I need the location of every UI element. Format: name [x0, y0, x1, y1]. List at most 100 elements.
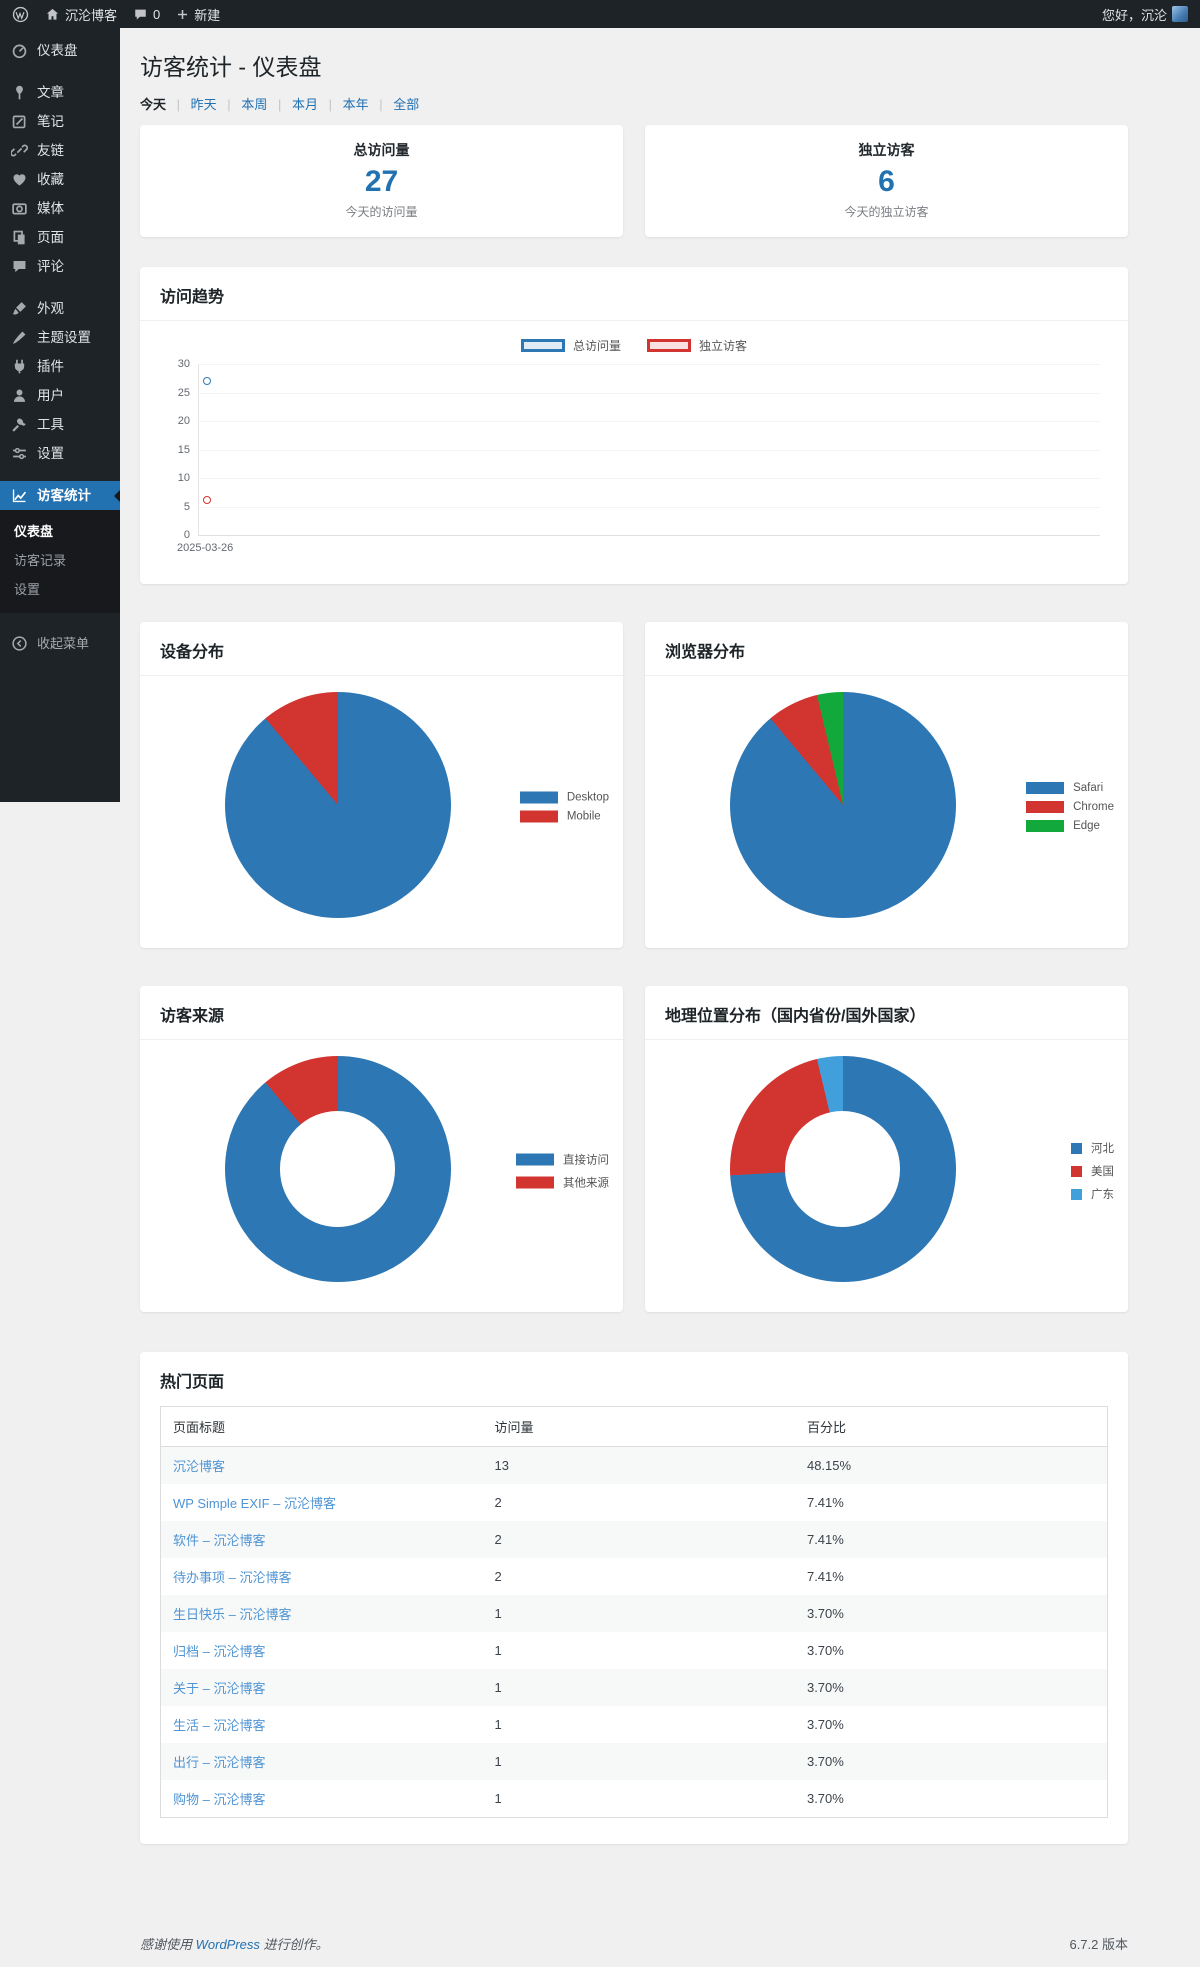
filter-this-week[interactable]: 本周 [241, 97, 267, 112]
stat-value: 27 [140, 165, 623, 199]
sidebar-item-media[interactable]: 媒体 [0, 194, 120, 223]
visits-cell: 1 [482, 1595, 795, 1632]
legend-item[interactable]: Desktop [520, 792, 609, 804]
page-link[interactable]: 生日快乐 – 沉沦博客 [173, 1607, 291, 1622]
page-link[interactable]: 出行 – 沉沦博客 [173, 1755, 265, 1770]
legend-item[interactable]: 广东 [1071, 1186, 1114, 1202]
y-axis-tick: 10 [178, 472, 190, 484]
stat-title: 独立访客 [645, 140, 1128, 160]
sidebar-item-posts[interactable]: 文章 [0, 78, 120, 107]
home-icon [45, 7, 60, 22]
legend-item[interactable]: Mobile [520, 811, 609, 823]
sidebar-item-notes[interactable]: 笔记 [0, 107, 120, 136]
filter-today[interactable]: 今天 [140, 97, 166, 112]
sidebar-item-theme-settings[interactable]: 主题设置 [0, 323, 120, 352]
legend-swatch [1071, 1166, 1082, 1177]
footer-thanks-prefix: 感谢使用 [140, 1937, 196, 1952]
page-link[interactable]: 生活 – 沉沦博客 [173, 1718, 265, 1733]
page-title-cell: 生日快乐 – 沉沦博客 [161, 1595, 483, 1632]
legend-swatch [516, 1154, 554, 1166]
sidebar-item-dashboard[interactable]: 仪表盘 [0, 36, 120, 65]
filter-yesterday[interactable]: 昨天 [191, 97, 217, 112]
trend-legend: 总访问量 独立访客 [140, 337, 1128, 354]
data-point [203, 496, 211, 504]
percentage-cell: 7.41% [795, 1484, 1108, 1521]
sidebar-item-comments[interactable]: 评论 [0, 252, 120, 281]
page-title: 访客统计 - 仪表盘 [140, 48, 1128, 82]
page-title-cell: 购物 – 沉沦博客 [161, 1780, 483, 1818]
comment-count: 0 [153, 7, 160, 22]
legend-item[interactable]: 河北 [1071, 1140, 1114, 1156]
table-row: 出行 – 沉沦博客13.70% [161, 1743, 1108, 1780]
sidebar-item-visitor-stats[interactable]: 访客统计 [0, 481, 120, 510]
legend-swatch [1071, 1143, 1082, 1154]
comments-button[interactable]: 0 [133, 7, 160, 22]
page-title-cell: 关于 – 沉沦博客 [161, 1669, 483, 1706]
stat-cards-row: 总访问量 27 今天的访问量 独立访客 6 今天的独立访客 [140, 125, 1128, 237]
filter-this-year[interactable]: 本年 [343, 97, 369, 112]
submenu-item-dashboard[interactable]: 仪表盘 [0, 516, 120, 545]
sidebar-item-appearance[interactable]: 外观 [0, 294, 120, 323]
legend-swatch [520, 811, 558, 823]
filter-all[interactable]: 全部 [393, 97, 419, 112]
legend-label: 独立访客 [699, 337, 747, 354]
page-link[interactable]: 软件 – 沉沦博客 [173, 1533, 265, 1548]
legend-item[interactable]: 其他来源 [516, 1175, 609, 1191]
sidebar-item-users[interactable]: 用户 [0, 381, 120, 410]
table-row: 归档 – 沉沦博客13.70% [161, 1632, 1108, 1669]
card-title: 地理位置分布（国内省份/国外国家） [645, 986, 1128, 1040]
wordpress-logo-button[interactable] [12, 6, 29, 23]
collapse-arrow-icon [10, 635, 28, 652]
legend-item[interactable]: 直接访问 [516, 1152, 609, 1168]
sidebar-item-settings[interactable]: 设置 [0, 439, 120, 468]
filter-this-month[interactable]: 本月 [292, 97, 318, 112]
data-point [203, 377, 211, 385]
legend-item[interactable]: 独立访客 [647, 337, 747, 354]
visits-cell: 2 [482, 1521, 795, 1558]
percentage-cell: 3.70% [795, 1706, 1108, 1743]
page-link[interactable]: 关于 – 沉沦博客 [173, 1681, 265, 1696]
legend-item[interactable]: Edge [1026, 820, 1114, 832]
stat-value: 6 [645, 165, 1128, 199]
wordpress-link[interactable]: WordPress [196, 1937, 260, 1952]
card-title: 浏览器分布 [645, 622, 1128, 676]
legend-swatch [1071, 1189, 1082, 1200]
account-menu[interactable]: 您好，沉沦 [1102, 5, 1188, 24]
card-title: 访客来源 [140, 986, 623, 1040]
column-header-percentage: 百分比 [795, 1407, 1108, 1447]
sidebar-item-favorites[interactable]: 收藏 [0, 165, 120, 194]
sidebar-item-tools[interactable]: 工具 [0, 410, 120, 439]
main-content: 访客统计 - 仪表盘 今天 | 昨天 | 本周 | 本月 | 本年 | 全部 总… [120, 28, 1200, 1967]
footer: 感谢使用 WordPress 进行创作。 6.7.2 版本 [140, 1934, 1128, 1967]
page-link[interactable]: WP Simple EXIF – 沉沦博客 [173, 1496, 336, 1511]
legend-item[interactable]: Chrome [1026, 801, 1114, 813]
stat-subtitle: 今天的独立访客 [645, 203, 1128, 220]
legend-label: 总访问量 [573, 337, 621, 354]
trend-line-chart: 0510152025302025-03-26 [198, 364, 1100, 536]
visitor-stats-submenu: 仪表盘 访客记录 设置 [0, 510, 120, 613]
sidebar-item-pages[interactable]: 页面 [0, 223, 120, 252]
legend-label: Safari [1073, 782, 1103, 794]
filter-separator: | [177, 97, 180, 112]
page-link[interactable]: 待办事项 – 沉沦博客 [173, 1570, 291, 1585]
page-link[interactable]: 归档 – 沉沦博客 [173, 1644, 265, 1659]
new-content-button[interactable]: 新建 [176, 5, 220, 24]
legend-item[interactable]: 美国 [1071, 1163, 1114, 1179]
submenu-item-visitor-log[interactable]: 访客记录 [0, 545, 120, 574]
collapse-menu-button[interactable]: 收起菜单 [0, 629, 120, 658]
column-header-page-title: 页面标题 [161, 1407, 483, 1447]
stat-title: 总访问量 [140, 140, 623, 160]
legend-item[interactable]: 总访问量 [521, 337, 621, 354]
page-link[interactable]: 沉沦博客 [173, 1459, 225, 1474]
legend-label: Chrome [1073, 801, 1114, 813]
submenu-item-settings[interactable]: 设置 [0, 574, 120, 603]
legend-item[interactable]: Safari [1026, 782, 1114, 794]
sidebar-item-links[interactable]: 友链 [0, 136, 120, 165]
sidebar-item-label: 笔记 [37, 114, 64, 129]
sidebar-item-label: 友链 [37, 143, 64, 158]
site-name-link[interactable]: 沉沦博客 [45, 5, 117, 24]
page-link[interactable]: 购物 – 沉沦博客 [173, 1792, 265, 1807]
sidebar-item-label: 仪表盘 [37, 43, 78, 58]
gridline [199, 507, 1100, 508]
sidebar-item-plugins[interactable]: 插件 [0, 352, 120, 381]
